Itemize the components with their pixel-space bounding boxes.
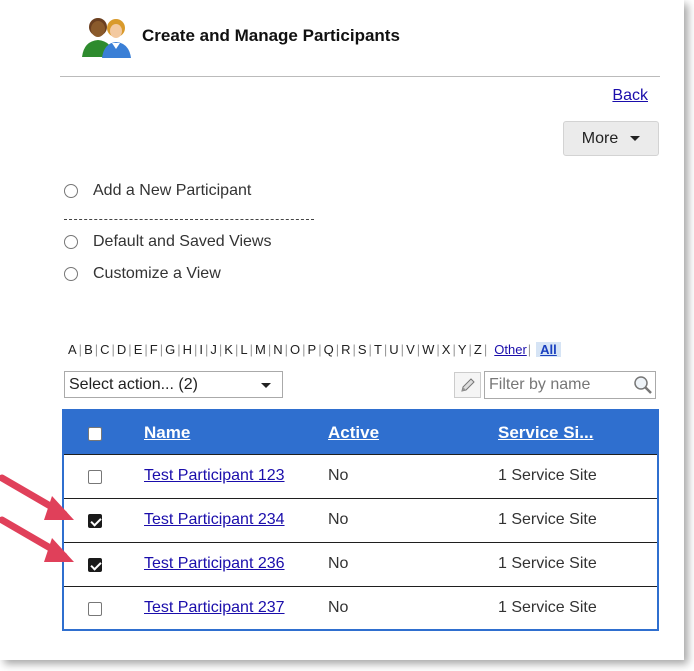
participant-name-link[interactable]: Test Participant 234 [144, 511, 285, 529]
alpha-letter-l[interactable]: L [239, 342, 248, 357]
alpha-all-link[interactable]: All [536, 342, 561, 357]
participants-icon [82, 18, 131, 58]
dashed-divider [64, 219, 314, 220]
participant-name-link[interactable]: Test Participant 123 [144, 467, 285, 485]
more-button[interactable]: More [563, 121, 659, 156]
row-checkbox[interactable] [88, 602, 102, 616]
column-header-service-site[interactable]: Service Si... [498, 423, 593, 443]
active-cell: No [328, 467, 349, 484]
participant-name-link[interactable]: Test Participant 236 [144, 555, 285, 573]
participant-name-link[interactable]: Test Participant 237 [144, 599, 285, 617]
table-row: Test Participant 237 No 1 Service Site [64, 586, 657, 630]
alpha-letter-n[interactable]: N [272, 342, 283, 357]
option-default-views[interactable]: Default and Saved Views [64, 233, 271, 251]
service-site-cell: 1 Service Site [498, 555, 597, 572]
chevron-down-icon [261, 383, 271, 388]
page-panel: Create and Manage Participants Back More… [0, 0, 684, 660]
option-label: Customize a View [93, 265, 221, 282]
alpha-separator: | [527, 342, 532, 357]
page-header: Create and Manage Participants [78, 14, 400, 58]
alpha-letter-z[interactable]: Z [473, 342, 483, 357]
option-customize-view[interactable]: Customize a View [64, 265, 221, 283]
row-checkbox[interactable] [88, 470, 102, 484]
search-icon[interactable] [632, 374, 654, 396]
active-cell: No [328, 599, 349, 616]
back-link[interactable]: Back [612, 87, 648, 105]
table-header: Name Active Service Si... [64, 411, 657, 454]
service-site-cell: 1 Service Site [498, 599, 597, 616]
alpha-letter-w[interactable]: W [421, 342, 435, 357]
participants-table: Name Active Service Si... Test Participa… [62, 409, 659, 631]
alpha-letter-y[interactable]: Y [457, 342, 468, 357]
chevron-down-icon [630, 136, 641, 141]
alpha-letter-c[interactable]: C [99, 342, 110, 357]
column-header-name[interactable]: Name [144, 423, 190, 443]
radio-button[interactable] [64, 235, 78, 249]
alpha-letter-u[interactable]: U [388, 342, 399, 357]
alpha-letter-k[interactable]: K [223, 342, 234, 357]
option-label: Default and Saved Views [93, 233, 272, 250]
table-row: Test Participant 123 No 1 Service Site [64, 454, 657, 498]
page-title: Create and Manage Participants [142, 26, 400, 45]
alpha-letter-a[interactable]: A [67, 342, 78, 357]
alpha-letter-x[interactable]: X [441, 342, 452, 357]
alpha-letter-p[interactable]: P [307, 342, 318, 357]
option-label: Add a New Participant [93, 182, 252, 199]
service-site-cell: 1 Service Site [498, 467, 597, 484]
select-action-value: Select action... (2) [69, 375, 198, 393]
option-add-participant[interactable]: Add a New Participant [64, 182, 251, 200]
alpha-letter-t[interactable]: T [373, 342, 383, 357]
alpha-letter-f[interactable]: F [149, 342, 159, 357]
alpha-letter-b[interactable]: B [83, 342, 94, 357]
alpha-other-link[interactable]: Other [494, 342, 527, 357]
column-header-active[interactable]: Active [328, 423, 379, 443]
alpha-letter-q[interactable]: Q [323, 342, 335, 357]
table-row: Test Participant 234 No 1 Service Site [64, 498, 657, 542]
pencil-icon [460, 378, 475, 392]
alpha-letter-s[interactable]: S [357, 342, 368, 357]
alpha-letter-v[interactable]: V [405, 342, 416, 357]
alpha-letter-o[interactable]: O [289, 342, 301, 357]
pointer-arrow-icon [0, 516, 74, 562]
edit-filter-button[interactable] [454, 372, 481, 398]
filter-by-name-input[interactable] [484, 371, 656, 399]
alpha-letter-m[interactable]: M [254, 342, 267, 357]
table-row: Test Participant 236 No 1 Service Site [64, 542, 657, 586]
alpha-separator: | [483, 342, 488, 357]
row-checkbox[interactable] [88, 558, 102, 572]
alpha-letter-r[interactable]: R [340, 342, 351, 357]
more-button-label: More [581, 129, 619, 147]
table-body: Test Participant 123 No 1 Service Site Test… [64, 454, 657, 630]
radio-button[interactable] [64, 184, 78, 198]
alpha-letter-h[interactable]: H [182, 342, 193, 357]
alpha-letter-j[interactable]: J [209, 342, 218, 357]
active-cell: No [328, 555, 349, 572]
header-divider [60, 76, 660, 77]
radio-button[interactable] [64, 267, 78, 281]
alpha-letter-g[interactable]: G [164, 342, 176, 357]
service-site-cell: 1 Service Site [498, 511, 597, 528]
alpha-letter-e[interactable]: E [133, 342, 144, 357]
select-all-checkbox[interactable] [88, 427, 102, 441]
alphabet-filter: A | B | C | D | E | F | G | H | I | J | K | L | M | N | O | P | Q | R | S | T |… [67, 342, 561, 357]
alpha-letter-d[interactable]: D [116, 342, 127, 357]
row-checkbox[interactable] [88, 514, 102, 528]
select-action-dropdown[interactable]: Select action... (2) [64, 371, 283, 398]
active-cell: No [328, 511, 349, 528]
